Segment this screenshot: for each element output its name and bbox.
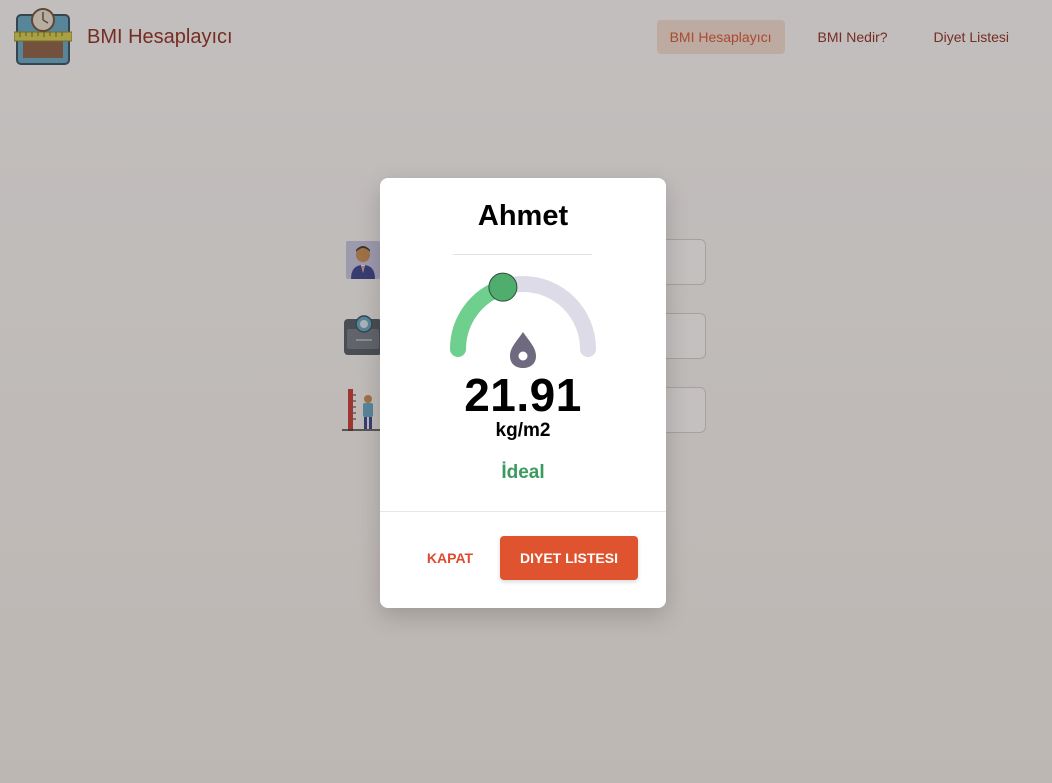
modal-footer-divider xyxy=(380,511,666,512)
modal-title: Ahmet xyxy=(477,200,569,232)
title-divider xyxy=(453,254,592,255)
bmi-gauge xyxy=(450,272,596,368)
bmi-value: 21.91 xyxy=(464,369,582,421)
close-button[interactable]: KAPAT xyxy=(420,536,480,580)
diet-list-button[interactable]: DIYET LISTESI xyxy=(500,536,638,580)
bmi-status: İdeal xyxy=(501,462,545,483)
gauge-knob xyxy=(488,272,518,302)
bmi-result-modal: Ahmet 21.91 kg/m2 İdeal KAPAT DIYET LIST… xyxy=(380,178,666,608)
gauge-needle-icon xyxy=(510,332,536,368)
bmi-unit: kg/m2 xyxy=(495,420,551,441)
